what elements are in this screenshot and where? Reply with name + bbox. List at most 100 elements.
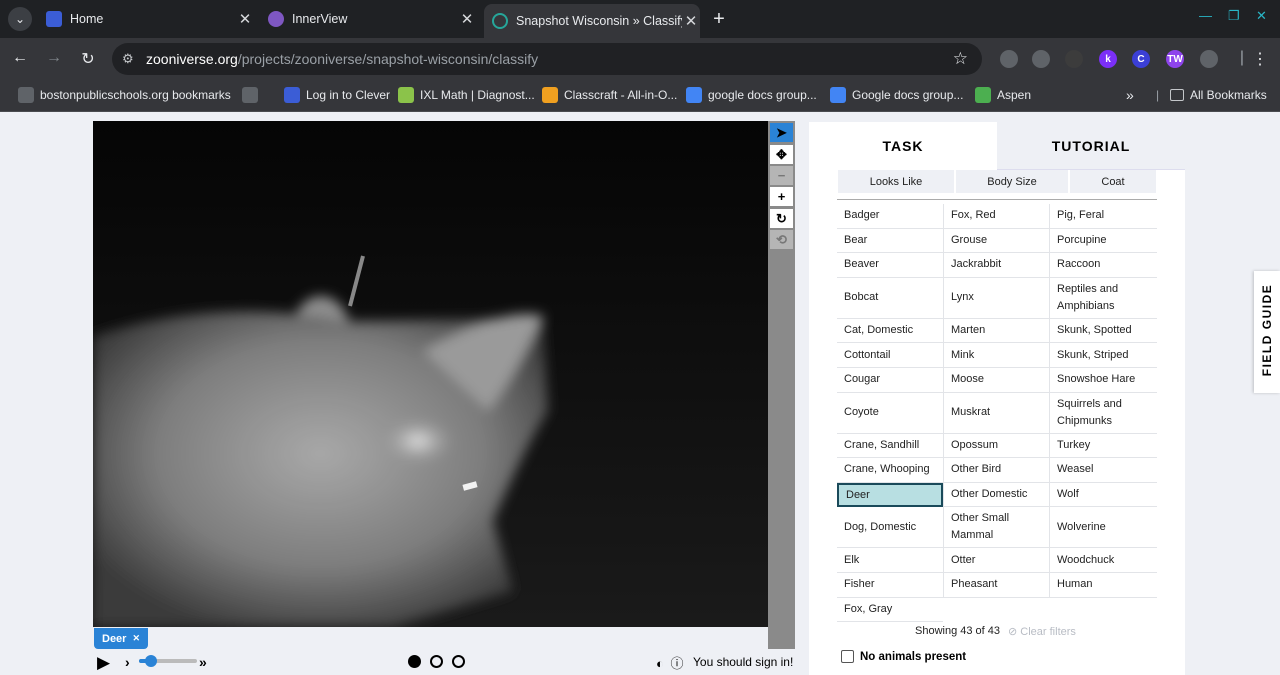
species-option[interactable]: Other Small Mammal <box>943 507 1049 549</box>
species-option[interactable]: Wolf <box>1049 482 1157 508</box>
bookmark-item[interactable]: Google docs group... <box>830 80 963 110</box>
field-guide-button[interactable]: FIELD GUIDE <box>1254 271 1280 393</box>
species-option[interactable]: Cougar <box>837 368 943 393</box>
species-option[interactable]: Skunk, Striped <box>1049 343 1157 368</box>
all-bookmarks-button[interactable]: All Bookmarks <box>1170 80 1267 110</box>
close-icon[interactable]: ✕ <box>458 10 476 28</box>
bookmark-star-icon[interactable]: ☆ <box>953 49 968 69</box>
zoom-out-icon[interactable]: − <box>770 166 793 185</box>
minimize-icon[interactable]: — <box>1199 8 1212 23</box>
species-option[interactable]: Cat, Domestic <box>837 319 943 344</box>
new-tab-button[interactable]: + <box>708 8 730 31</box>
species-option[interactable]: Lynx <box>943 277 1049 319</box>
k-extension-icon[interactable]: k <box>1099 50 1117 68</box>
back-button[interactable]: ← <box>10 49 30 67</box>
species-option[interactable]: Reptiles and Amphibians <box>1049 277 1157 319</box>
puzzle-icon[interactable] <box>1200 50 1218 68</box>
remove-icon[interactable]: ✕ <box>132 633 140 644</box>
bookmark-item[interactable]: IXL Math | Diagnost... <box>398 80 535 110</box>
playback-speed-slider[interactable] <box>139 655 197 667</box>
more-bookmarks-icon[interactable]: » <box>1126 80 1134 110</box>
species-option[interactable]: Bobcat <box>837 278 943 319</box>
filter-body-size[interactable]: Body Size <box>956 170 1068 193</box>
species-option[interactable]: Moose <box>943 368 1049 393</box>
species-option[interactable]: Fox, Red <box>943 204 1049 229</box>
species-option[interactable]: Porcupine <box>1049 228 1157 254</box>
info-icon[interactable]: ⓘ <box>670 656 683 671</box>
frame-dot[interactable] <box>452 655 465 668</box>
species-option[interactable]: Skunk, Spotted <box>1049 318 1157 344</box>
tab-innerview[interactable]: InnerView ✕ <box>260 0 476 38</box>
species-option[interactable]: Muskrat <box>943 392 1049 434</box>
pointer-tool-icon[interactable]: ➤ <box>770 123 793 142</box>
invert-icon[interactable]: ◐ <box>656 656 664 671</box>
species-option[interactable]: Turkey <box>1049 433 1157 459</box>
species-option[interactable]: Crane, Whooping <box>837 458 943 483</box>
restore-icon[interactable]: ❐ <box>1228 8 1240 24</box>
species-option[interactable]: Cottontail <box>837 343 943 368</box>
species-option[interactable]: Otter <box>943 548 1049 573</box>
move-tool-icon[interactable]: ✥ <box>770 145 793 164</box>
play-button[interactable]: ▶ <box>97 653 110 673</box>
faster-icon[interactable]: » <box>199 654 207 670</box>
shield-outline-icon[interactable] <box>1032 50 1050 68</box>
species-option[interactable]: Pheasant <box>943 573 1049 598</box>
bookmark-item[interactable]: google docs group... <box>686 80 817 110</box>
more-menu-icon[interactable]: ⋮ <box>1250 49 1270 69</box>
species-option[interactable]: Bear <box>837 229 943 254</box>
tab-tutorial[interactable]: TUTORIAL <box>997 122 1185 170</box>
subject-image-viewer[interactable] <box>93 121 768 627</box>
bookmark-item[interactable]: bostonpublicschools.org bookmarks <box>18 80 231 110</box>
bookmark-item[interactable]: Classcraft - All-in-O... <box>542 80 677 110</box>
species-option[interactable]: Jackrabbit <box>943 253 1049 278</box>
frame-dot[interactable] <box>430 655 443 668</box>
bookmark-item[interactable] <box>242 80 264 110</box>
species-option[interactable]: Pig, Feral <box>1049 204 1157 229</box>
bookmark-item[interactable]: Aspen <box>975 80 1031 110</box>
species-option[interactable]: Mink <box>943 343 1049 368</box>
tab-search-button[interactable]: ⌄ <box>8 7 32 31</box>
filter-looks-like[interactable]: Looks Like <box>838 170 954 193</box>
tab-task[interactable]: TASK <box>809 122 997 170</box>
tab-snapshot-wisconsin[interactable]: Snapshot Wisconsin » Classify ✕ <box>484 4 700 38</box>
rotate-icon[interactable]: ↻ <box>770 209 793 228</box>
selected-species-tag[interactable]: Deer ✕ <box>94 628 148 649</box>
species-option[interactable]: Marten <box>943 318 1049 344</box>
species-option[interactable]: Crane, Sandhill <box>837 434 943 459</box>
species-option[interactable]: Elk <box>837 548 943 573</box>
tw-extension-icon[interactable]: TW <box>1166 50 1184 68</box>
zoom-in-icon[interactable]: + <box>770 187 793 206</box>
tab-home[interactable]: Home ✕ <box>38 0 254 38</box>
species-option[interactable]: Woodchuck <box>1049 548 1157 573</box>
filter-coat[interactable]: Coat <box>1070 170 1156 193</box>
clear-filters-button[interactable]: ⊘ Clear filters <box>1008 625 1076 638</box>
frame-dot[interactable] <box>408 655 421 668</box>
reload-button[interactable]: ↻ <box>78 49 98 69</box>
species-option[interactable]: Coyote <box>837 393 943 434</box>
species-option[interactable]: Squirrels and Chipmunks <box>1049 392 1157 434</box>
species-option[interactable]: Other Domestic <box>943 482 1049 508</box>
forward-button[interactable]: → <box>44 49 64 67</box>
species-option[interactable]: Raccoon <box>1049 253 1157 278</box>
species-option[interactable]: Grouse <box>943 228 1049 254</box>
reset-view-icon[interactable]: ⟲ <box>770 230 793 249</box>
species-option[interactable]: Deer <box>837 482 943 508</box>
close-window-icon[interactable]: ✕ <box>1256 8 1267 24</box>
species-option[interactable]: Wolverine <box>1049 507 1157 549</box>
species-option[interactable]: Other Bird <box>943 458 1049 483</box>
species-option[interactable]: Fox, Gray <box>837 598 943 623</box>
shield-icon[interactable] <box>1000 50 1018 68</box>
species-option[interactable]: Fisher <box>837 573 943 598</box>
address-bar[interactable]: ⚙ zooniverse.org/projects/zooniverse/sna… <box>112 43 982 75</box>
species-option[interactable]: Beaver <box>837 253 943 278</box>
checkbox-box[interactable] <box>841 650 854 663</box>
slider-handle[interactable] <box>144 655 157 667</box>
no-animals-checkbox[interactable]: No animals present <box>841 650 966 663</box>
species-option[interactable]: Opossum <box>943 433 1049 459</box>
close-icon[interactable]: ✕ <box>682 12 700 30</box>
species-option[interactable]: Weasel <box>1049 458 1157 483</box>
url-text[interactable]: zooniverse.org/projects/zooniverse/snaps… <box>146 51 538 67</box>
bookmark-item[interactable]: Log in to Clever <box>284 80 390 110</box>
close-icon[interactable]: ✕ <box>236 10 254 28</box>
species-option[interactable]: Human <box>1049 573 1157 598</box>
